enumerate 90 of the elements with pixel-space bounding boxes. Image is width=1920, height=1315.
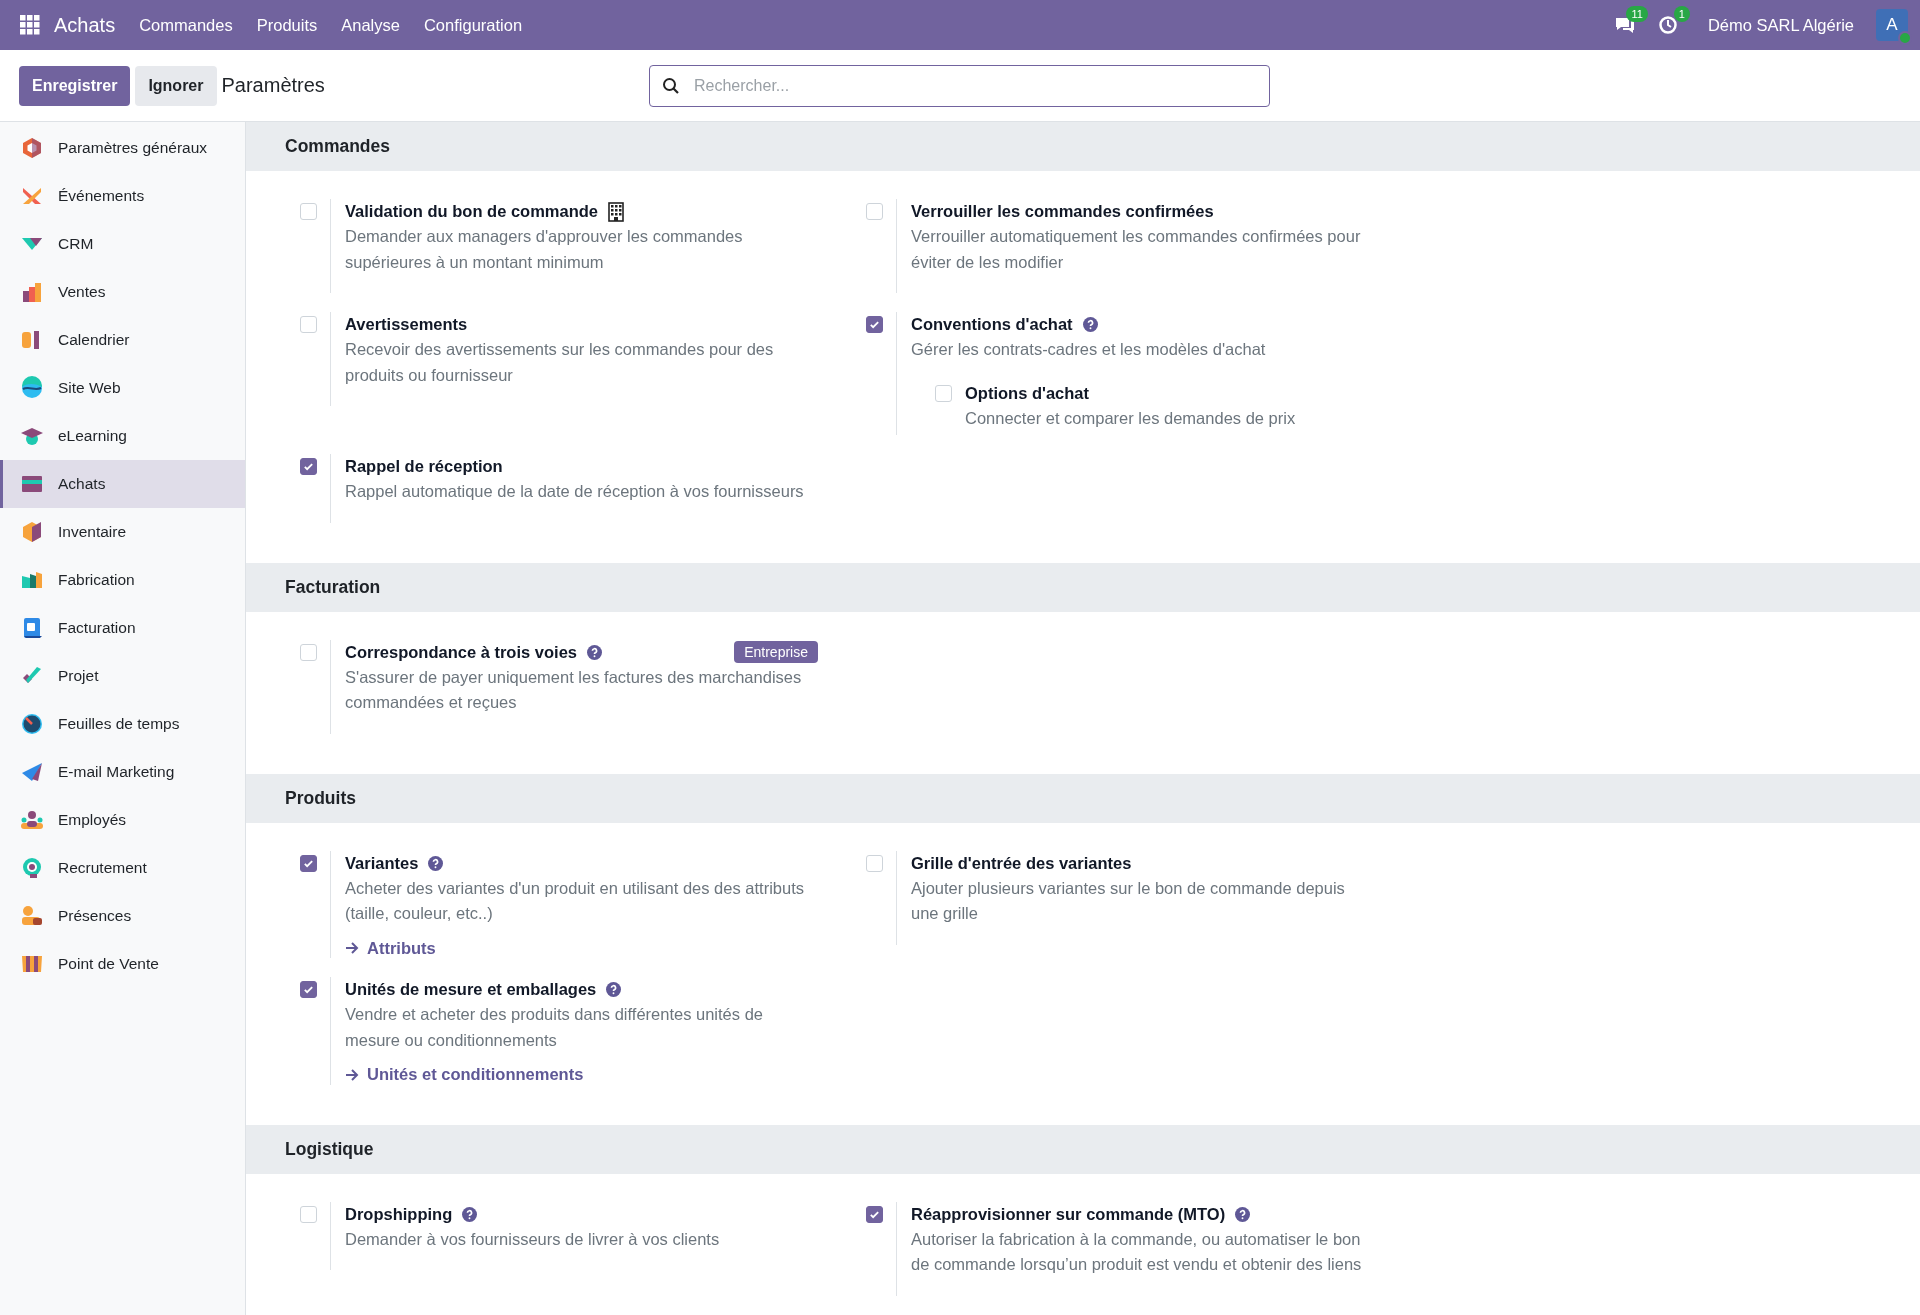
sidebar-item[interactable]: Site Web — [0, 364, 245, 412]
company-name[interactable]: Démo SARL Algérie — [1707, 15, 1854, 35]
help-icon[interactable] — [1235, 1206, 1251, 1222]
sidebar-item[interactable]: Achats — [0, 460, 245, 508]
sidebar-item[interactable]: E-mail Marketing — [0, 748, 245, 796]
notification-count: 11 — [1626, 6, 1648, 22]
sidebar-item[interactable]: Événements — [0, 172, 245, 220]
page-title: Paramètres — [221, 74, 325, 97]
sidebar-item[interactable]: Facturation — [0, 604, 245, 652]
status-dot — [1898, 31, 1912, 45]
globe-icon — [20, 376, 44, 400]
check-icon — [303, 461, 314, 472]
setting-title: Dropshipping — [345, 1203, 453, 1225]
help-icon[interactable] — [606, 982, 622, 997]
help-icon[interactable] — [462, 1206, 478, 1222]
arrow-icon — [345, 1068, 359, 1081]
sidebar-item[interactable]: Paramètres généraux — [0, 124, 245, 172]
setting-description: Verrouiller automatiquement les commandes confirmées pour éviter de les modifier — [911, 226, 1362, 273]
setting-description: Ajouter plusieurs variantes sur le bon de commande depuis une grille — [911, 877, 1346, 924]
setting-title: Grille d'entrée des variantes — [911, 852, 1132, 874]
sidebar-item[interactable]: CRM — [0, 220, 245, 268]
settings-link[interactable]: Attributs — [345, 938, 436, 958]
magnifier-person-icon — [20, 856, 44, 880]
setting-title: Variantes — [345, 852, 419, 874]
bar-chart-icon — [20, 280, 44, 304]
setting-description: Vendre et acheter des produits dans différentes unités de mesure ou conditionnements — [345, 1004, 764, 1051]
sidebar-item[interactable]: eLearning — [0, 412, 245, 460]
sidebar-item[interactable]: Projet — [0, 652, 245, 700]
checkbox[interactable] — [866, 316, 883, 333]
sidebar-item[interactable]: Feuilles de temps — [0, 700, 245, 748]
setting-description: Rappel automatique de la date de réception à vos fournisseurs — [345, 481, 805, 502]
checkbox[interactable] — [866, 1205, 883, 1223]
setting-description: Acheter des variantes d'un produit en utilisant des des attributs (taille, couleur, etc..) — [345, 877, 805, 924]
help-icon[interactable] — [428, 855, 444, 871]
discard-button[interactable]: Ignorer — [135, 65, 217, 106]
setting-description: S'assurer de payer uniquement les factures des marchandises commandées et reçues — [345, 666, 803, 713]
help-icon[interactable] — [1082, 317, 1098, 332]
paper-plane-icon — [20, 760, 44, 784]
help-icon[interactable] — [587, 644, 602, 660]
setting-description: Recevoir des avertissements sur les commandes pour des produits ou fournisseur — [345, 339, 775, 386]
checkbox[interactable] — [300, 854, 317, 872]
checkbox[interactable] — [300, 458, 317, 475]
setting-description: Autoriser la fabrication à la commande, ou automatiser le bon de commande lorsqu’un produit est vendu et obtenir des liens — [911, 1228, 1363, 1275]
section-header: Logistique — [246, 1124, 1920, 1174]
sidebar-item[interactable]: Employés — [0, 796, 245, 844]
enterprise-badge: Entreprise — [734, 641, 818, 663]
app-name[interactable]: Achats — [54, 13, 116, 37]
sidebar-item[interactable]: Présences — [0, 892, 245, 940]
setting-description: Connecter et comparer les demandes de prix — [965, 407, 1296, 429]
sidebar-item[interactable]: Inventaire — [0, 508, 245, 556]
arrow-icon — [345, 942, 359, 954]
setting-title: Verrouiller les commandes confirmées — [911, 201, 1214, 222]
section-header: Commandes — [246, 122, 1920, 171]
checkbox[interactable] — [300, 981, 317, 998]
setting-title: Avertissements — [345, 314, 468, 335]
apps-menu-icon[interactable] — [20, 15, 40, 35]
hexagon-icon — [20, 136, 44, 160]
setting-title: Réapprovisionner sur commande (MTO) — [911, 1203, 1226, 1225]
stopwatch-icon — [20, 712, 44, 736]
setting-title: Unités de mesure et emballages — [345, 979, 597, 1000]
menu-item[interactable]: Produits — [256, 15, 318, 35]
setting-title: Rappel de réception — [345, 456, 503, 477]
sidebar-item[interactable]: Fabrication — [0, 556, 245, 604]
menu-item[interactable]: Commandes — [139, 15, 233, 35]
sidebar-item[interactable]: Calendrier — [0, 316, 245, 364]
notification-count: 1 — [1673, 6, 1690, 22]
menu-item[interactable]: Configuration — [423, 15, 523, 35]
settings-link[interactable]: Unités et conditionnements — [345, 1065, 584, 1084]
cube-icon — [20, 520, 44, 544]
setting-title: Conventions d'achat — [911, 314, 1073, 335]
setting-title: Options d'achat — [965, 382, 1090, 404]
setting-title: Correspondance à trois voies — [345, 641, 577, 663]
menu-item[interactable]: Analyse — [341, 15, 400, 35]
search-field[interactable]: Rechercher... — [649, 64, 1270, 107]
people-icon — [20, 808, 44, 832]
setting-description: Gérer les contrats-cadres et les modèles d'achat — [911, 339, 1267, 360]
sidebar-item[interactable]: Point de Vente — [0, 940, 245, 988]
setting-description: Demander à vos fournisseurs de livrer à vos clients — [345, 1228, 721, 1250]
setting-title: Validation du bon de commande — [345, 201, 599, 222]
clock-icon[interactable] — [1657, 15, 1678, 35]
section-header: Facturation — [246, 562, 1920, 612]
save-button[interactable]: Enregistrer — [19, 65, 131, 106]
check-icon — [303, 984, 314, 995]
setting-description: Demander aux managers d'approuver les commandes supérieures à un montant minimum — [345, 226, 744, 273]
sidebar-item[interactable]: Recrutement — [0, 844, 245, 892]
user-avatar[interactable]: A — [1876, 9, 1908, 41]
section-header: Produits — [246, 773, 1920, 823]
sidebar-item[interactable]: Ventes — [0, 268, 245, 316]
check-icon — [869, 319, 880, 330]
search-icon — [662, 76, 680, 95]
